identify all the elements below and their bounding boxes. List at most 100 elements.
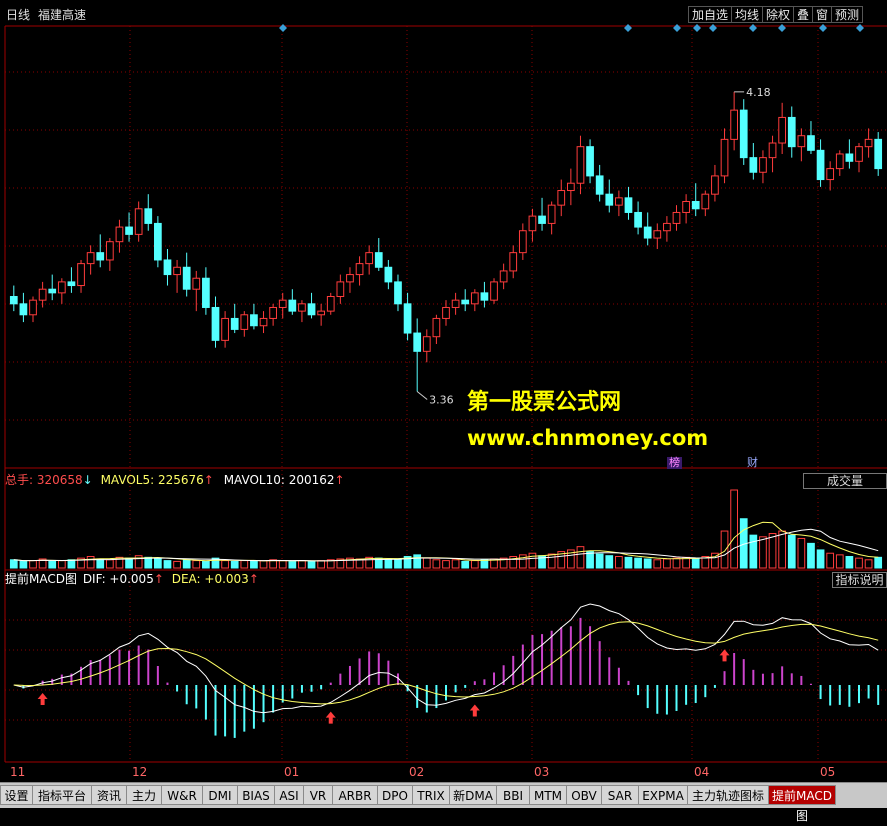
month-label: 12 [132, 765, 147, 779]
tab-5[interactable]: DMI [202, 785, 238, 805]
volume-bar [586, 551, 594, 569]
tab-10[interactable]: DPO [377, 785, 413, 805]
info-diamond-icon [856, 24, 864, 32]
volume-bar [855, 557, 863, 569]
volume-bar [105, 559, 114, 569]
candle-body [499, 270, 508, 283]
tab-17[interactable]: EXPMA [638, 785, 688, 805]
watermark-url: www.chnmoney.com [467, 426, 709, 450]
tab-16[interactable]: SAR [601, 785, 639, 805]
candle-body [259, 317, 268, 327]
candle-body [845, 153, 854, 162]
candle-body [778, 116, 787, 144]
volume-bar [691, 557, 700, 569]
volume-indicator-select[interactable]: 成交量 [803, 473, 887, 489]
candle-body [125, 226, 133, 235]
volume-legend: 总手: 320658↓ MAVOL5: 225676↑ MAVOL10: 200… [5, 473, 345, 487]
tab-4[interactable]: W&R [161, 785, 203, 805]
volume-bar [720, 530, 729, 569]
tab-11[interactable]: TRIX [412, 785, 450, 805]
candle-body [57, 281, 66, 294]
x-axis-month-labels: 11 12 01 02 03 04 05 [10, 765, 835, 779]
volume-bar [442, 560, 450, 569]
mavol10-line [13, 528, 879, 562]
volume-bar [125, 557, 133, 569]
candle-body [826, 168, 835, 181]
volume-bar [307, 560, 316, 569]
tab-8[interactable]: VR [303, 785, 333, 805]
tab-18[interactable]: 主力轨迹图标 [687, 785, 769, 805]
candle-body [250, 314, 258, 327]
tab-6[interactable]: BIAS [237, 785, 275, 805]
event-markers [279, 24, 864, 400]
candle-body [38, 288, 47, 301]
volume-bar [816, 549, 825, 569]
month-label: 02 [409, 765, 424, 779]
volume-bar [432, 559, 441, 569]
price-chart-area[interactable]: 4.18 3.36 11 12 01 02 03 04 05 [0, 0, 887, 782]
candle-body [691, 200, 700, 210]
candle-body [221, 317, 229, 341]
candle-body [384, 266, 393, 283]
volume-bar [778, 530, 787, 569]
tab-3[interactable]: 主力 [126, 785, 162, 805]
volume-bar [278, 560, 287, 569]
tab-12[interactable]: 新DMA [449, 785, 497, 805]
volume-bar [221, 560, 229, 569]
info-diamond-icon [624, 24, 632, 32]
volume-bar [807, 542, 815, 569]
volume-bar [576, 546, 585, 569]
candle-body [874, 138, 883, 170]
volume-bar [470, 560, 479, 569]
tab-7[interactable]: ASI [274, 785, 304, 805]
candle-body [672, 211, 681, 224]
macd-indicator-name: 提前MACD图 [5, 572, 77, 586]
candle-body [682, 200, 690, 213]
candle-body [557, 190, 566, 206]
candle-body [653, 230, 662, 239]
event-tag-list[interactable]: 榜 [667, 457, 682, 469]
info-diamond-icon [709, 24, 717, 32]
buy-signal-arrow-icon [719, 649, 730, 662]
tab-2[interactable]: 资讯 [91, 785, 127, 805]
tab-14[interactable]: MTM [529, 785, 567, 805]
tab-9[interactable]: ARBR [332, 785, 378, 805]
volume-bar [163, 560, 172, 569]
candle-body [403, 303, 412, 334]
tab-15[interactable]: OBV [566, 785, 602, 805]
candle-body [518, 230, 527, 254]
candle-body [163, 259, 172, 276]
tab-19[interactable]: 提前MACD图 [768, 785, 836, 823]
candle-body [615, 197, 623, 206]
tab-13[interactable]: BBI [496, 785, 530, 805]
tab-0[interactable]: 设置 [0, 785, 33, 805]
candle-body [566, 182, 575, 192]
candle-body [451, 299, 460, 308]
candle-body [317, 310, 326, 316]
candle-body [768, 142, 777, 159]
total-volume-arrow: ↓ [82, 473, 93, 487]
candle-body [144, 208, 153, 224]
candle-body [77, 263, 85, 287]
candle-body [470, 292, 479, 305]
indicator-tab-bar: 设置 指标平台 资讯 主力 W&R DMI BIAS ASI VR ARBR DPO TRIX 新DMA… [0, 782, 887, 823]
month-label: 04 [694, 765, 709, 779]
volume-bar [547, 553, 556, 569]
candle-body [576, 146, 585, 184]
tab-1[interactable]: 指标平台 [32, 785, 92, 805]
candle-body [749, 157, 758, 173]
candle-body [298, 303, 306, 312]
buy-signal-arrow-icon [469, 704, 480, 717]
indicator-help-button[interactable]: 指标说明 [832, 572, 887, 588]
dea-label: DEA: +0.003 [171, 572, 249, 586]
volume-bar [288, 560, 297, 569]
watermark-site-name: 第一股票公式网 [467, 390, 622, 415]
volume-bar [663, 558, 671, 569]
candle-body [278, 299, 287, 308]
info-diamond-icon [819, 24, 827, 32]
event-tag-finance[interactable]: 财 [745, 457, 760, 469]
volume-bar [730, 489, 738, 569]
candle-body [538, 215, 546, 224]
candle-body [67, 281, 76, 287]
month-label: 01 [284, 765, 299, 779]
